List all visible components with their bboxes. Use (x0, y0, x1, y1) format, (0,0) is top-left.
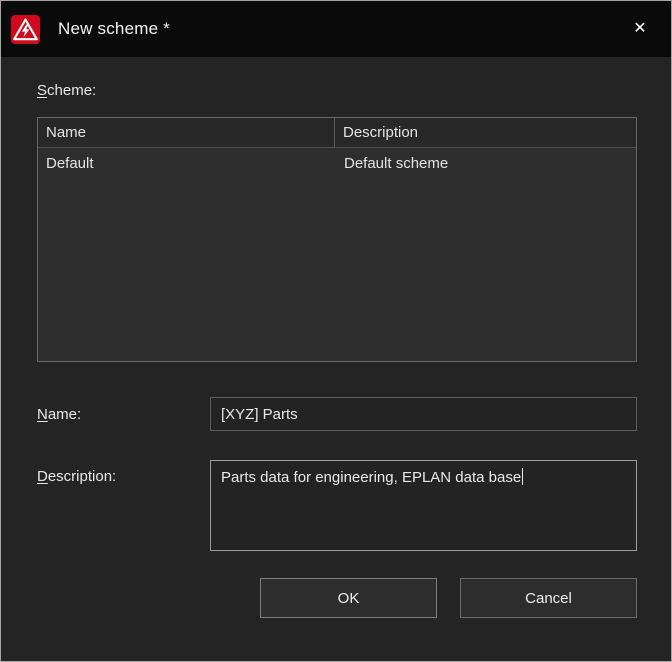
name-input[interactable] (210, 397, 637, 431)
description-text: Parts data for engineering, EPLAN data b… (221, 469, 521, 486)
column-header-description[interactable]: Description (335, 118, 636, 147)
dialog-buttons: OK Cancel (37, 578, 637, 618)
scheme-label: Scheme: (37, 81, 637, 100)
eplan-logo-icon (11, 15, 40, 44)
cell-scheme-description: Default scheme (336, 148, 636, 179)
cancel-button[interactable]: Cancel (460, 578, 637, 618)
titlebar[interactable]: New scheme * ✕ (1, 1, 671, 57)
dialog-body: Scheme: Name Description Default Default… (1, 57, 671, 618)
close-icon[interactable]: ✕ (625, 14, 655, 44)
description-field-row: Description: Parts data for engineering,… (37, 460, 637, 551)
description-textarea[interactable]: Parts data for engineering, EPLAN data b… (210, 460, 637, 551)
column-header-name[interactable]: Name (38, 118, 335, 147)
text-caret (522, 468, 523, 485)
ok-button[interactable]: OK (260, 578, 437, 618)
name-label: Name: (37, 405, 210, 424)
window-title: New scheme * (58, 19, 170, 39)
table-row[interactable]: Default Default scheme (38, 148, 636, 179)
description-label: Description: (37, 460, 210, 486)
new-scheme-dialog: New scheme * ✕ Scheme: Name Description … (0, 0, 672, 662)
cell-scheme-name: Default (38, 148, 336, 179)
scheme-table: Name Description Default Default scheme (37, 117, 637, 362)
scheme-table-header: Name Description (38, 118, 636, 148)
name-field-row: Name: (37, 397, 637, 431)
